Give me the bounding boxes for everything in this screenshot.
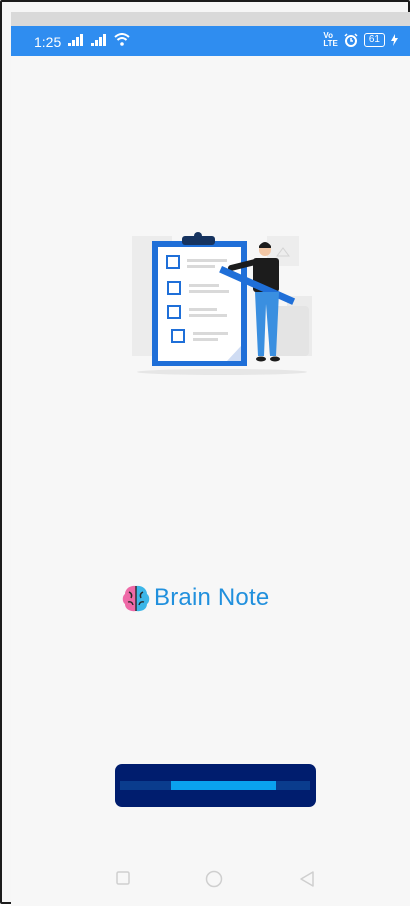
top-band (11, 12, 410, 26)
navigation-bar (11, 864, 410, 898)
battery-level: 61 (368, 34, 380, 45)
home-circle-icon[interactable] (205, 870, 223, 888)
loading-indicator (115, 764, 316, 807)
progress-fill (171, 781, 276, 790)
back-triangle-icon[interactable] (299, 870, 315, 888)
status-left-icons (68, 33, 130, 46)
brain-icon (122, 585, 150, 612)
status-right-icons: Vo LTE 61 (323, 32, 398, 48)
signal-icon (68, 34, 83, 46)
alarm-icon (344, 33, 358, 47)
signal-icon (91, 34, 106, 46)
brand-logo: Brain Note (120, 580, 269, 616)
device-frame: 1:25 Vo LTE 61 Brain Note (0, 0, 410, 906)
status-time: 1:25 (34, 34, 62, 50)
volte-icon: Vo LTE (323, 31, 338, 48)
status-bar: 1:25 Vo LTE 61 (11, 26, 410, 56)
charging-icon (391, 34, 398, 46)
recents-square-icon[interactable] (115, 870, 131, 886)
brand-name: Brain Note (154, 584, 270, 611)
checklist-illustration (132, 232, 312, 375)
progress-track (120, 781, 310, 790)
battery-icon: 61 (363, 33, 385, 47)
wifi-icon (114, 33, 130, 46)
